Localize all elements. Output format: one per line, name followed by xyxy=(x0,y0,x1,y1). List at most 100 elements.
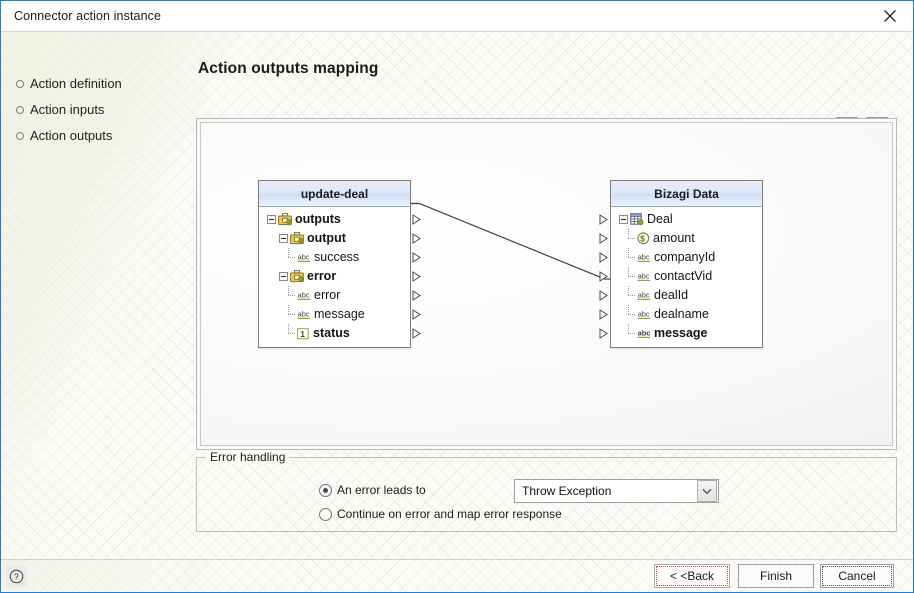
input-port-icon[interactable] xyxy=(599,271,609,282)
mapping-wire-success-to-message xyxy=(410,202,614,280)
input-port-icon[interactable] xyxy=(599,290,609,301)
svg-text:abc: abc xyxy=(638,329,651,338)
tree-node-label: dealId xyxy=(654,288,689,303)
output-port-icon[interactable] xyxy=(412,271,422,282)
string-abc-icon: abc xyxy=(638,291,651,300)
tree-branch-icon xyxy=(285,286,296,305)
tree-node-error-group[interactable]: error xyxy=(259,267,421,286)
object-briefcase-icon xyxy=(278,213,292,226)
svg-text:abc: abc xyxy=(298,253,310,262)
tree-node-companyid[interactable]: abc companyId xyxy=(599,248,762,267)
error-action-select-value: Throw Exception xyxy=(522,484,612,498)
tree-node-success[interactable]: abc success xyxy=(259,248,421,267)
tree-branch-icon xyxy=(285,305,296,324)
finish-button[interactable]: Finish xyxy=(738,564,814,588)
tree-node-dealname[interactable]: abc dealname xyxy=(599,305,762,324)
sidebar-item-action-inputs[interactable]: Action inputs xyxy=(15,100,104,119)
svg-text:abc: abc xyxy=(298,310,310,319)
radio-label: An error leads to xyxy=(337,483,426,497)
tree-branch-icon xyxy=(625,248,636,267)
tree-node-dealid[interactable]: abc dealId xyxy=(599,286,762,305)
tree-node-label: error xyxy=(314,288,341,303)
tree-node-status[interactable]: 1 status xyxy=(259,324,421,343)
error-action-select[interactable]: Throw Exception xyxy=(514,479,719,503)
entity-table-icon xyxy=(630,213,644,225)
expander-icon[interactable] xyxy=(267,215,276,224)
svg-text:abc: abc xyxy=(638,272,650,281)
tree-branch-icon xyxy=(625,305,636,324)
source-tree-panel: update-deal outputs output abc success e… xyxy=(258,180,421,348)
tree-node-message[interactable]: abc message xyxy=(259,305,421,324)
tree-node-label: message xyxy=(314,307,365,322)
tree-node-label: message xyxy=(654,326,708,341)
input-port-icon[interactable] xyxy=(599,252,609,263)
mapping-canvas[interactable]: update-deal outputs output abc success e… xyxy=(200,122,893,446)
svg-text:1: 1 xyxy=(300,329,305,338)
wizard-steps-sidebar: Action definition Action inputs Action o… xyxy=(1,32,195,560)
expander-icon[interactable] xyxy=(279,272,288,281)
tree-node-contactvid[interactable]: abc contactVid xyxy=(599,267,762,286)
string-abc-icon: abc xyxy=(638,329,651,338)
output-port-icon[interactable] xyxy=(412,309,422,320)
sidebar-item-action-definition[interactable]: Action definition xyxy=(15,74,122,93)
input-port-icon[interactable] xyxy=(599,233,609,244)
tree-node-output[interactable]: output xyxy=(259,229,421,248)
tree-node-label: outputs xyxy=(295,212,341,227)
object-briefcase-icon xyxy=(290,232,304,245)
radio-label: Continue on error and map error response xyxy=(337,507,562,521)
chevron-down-icon[interactable] xyxy=(697,480,717,502)
tree-node-label: Deal xyxy=(647,212,673,227)
radio-continue-on-error[interactable]: Continue on error and map error response xyxy=(319,507,562,521)
tree-node-label: companyId xyxy=(654,250,716,265)
expander-icon[interactable] xyxy=(279,234,288,243)
output-port-icon[interactable] xyxy=(412,214,422,225)
tree-node-label: success xyxy=(314,250,360,265)
string-abc-icon: abc xyxy=(297,291,311,300)
window-title: Connector action instance xyxy=(14,9,162,23)
tree-node-label: status xyxy=(313,326,350,341)
radio-icon[interactable] xyxy=(319,483,332,497)
input-port-icon[interactable] xyxy=(599,309,609,320)
error-handling-group: Error handling An error leads to Continu… xyxy=(196,450,897,532)
close-icon[interactable] xyxy=(867,1,913,31)
help-question-icon[interactable]: ? xyxy=(6,566,27,587)
tree-branch-icon xyxy=(625,286,636,305)
tree-node-target-message[interactable]: abc message xyxy=(599,324,762,343)
input-port-icon[interactable] xyxy=(599,214,609,225)
source-tree-title: update-deal xyxy=(259,181,410,207)
string-abc-icon: abc xyxy=(297,310,311,319)
sidebar-item-label: Action inputs xyxy=(30,102,105,117)
output-port-icon[interactable] xyxy=(412,328,422,339)
sidebar-item-action-outputs[interactable]: Action outputs xyxy=(15,126,112,145)
tree-node-amount[interactable]: $ amount xyxy=(599,229,762,248)
svg-text:abc: abc xyxy=(298,291,310,300)
cancel-button[interactable]: Cancel xyxy=(820,564,894,588)
target-tree-body: Deal $ amount abc companyId abc contactV… xyxy=(599,207,762,347)
title-bar: Connector action instance xyxy=(1,1,913,32)
radio-an-error-leads-to[interactable]: An error leads to xyxy=(319,483,426,497)
target-tree-title: Bizagi Data xyxy=(611,181,762,207)
radio-icon[interactable] xyxy=(319,507,332,521)
tree-node-outputs[interactable]: outputs xyxy=(259,210,421,229)
svg-text:?: ? xyxy=(14,572,19,582)
output-port-icon[interactable] xyxy=(412,290,422,301)
tree-node-error-field[interactable]: abc error xyxy=(259,286,421,305)
step-bullet-icon xyxy=(15,105,24,114)
tree-branch-icon xyxy=(285,324,296,343)
dialog-footer: ? < <Back Finish Cancel xyxy=(1,559,913,592)
error-handling-legend: Error handling xyxy=(206,450,290,464)
back-button[interactable]: < <Back xyxy=(654,564,730,588)
output-port-icon[interactable] xyxy=(412,233,422,244)
string-abc-icon: abc xyxy=(297,253,311,262)
input-port-icon[interactable] xyxy=(599,328,609,339)
expander-icon[interactable] xyxy=(619,215,628,224)
svg-text:abc: abc xyxy=(638,253,650,262)
tree-node-deal[interactable]: Deal xyxy=(599,210,762,229)
tree-branch-icon xyxy=(285,248,296,267)
svg-text:abc: abc xyxy=(638,310,650,319)
tree-node-label: amount xyxy=(653,231,695,246)
string-abc-icon: abc xyxy=(638,310,651,319)
output-port-icon[interactable] xyxy=(412,252,422,263)
tree-node-label: contactVid xyxy=(654,269,713,284)
tree-branch-icon xyxy=(625,324,636,343)
